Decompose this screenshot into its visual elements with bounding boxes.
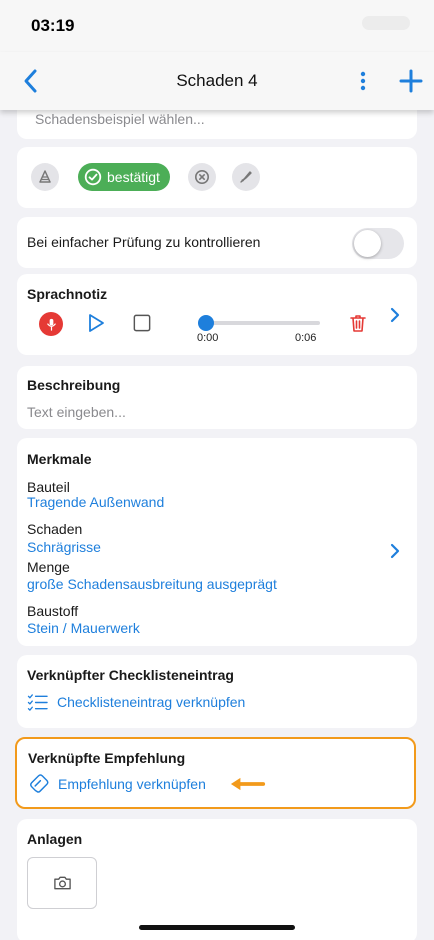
slider-thumb[interactable] (198, 315, 214, 331)
features-card[interactable]: Merkmale Bauteil Tragende Außenwand Scha… (17, 438, 417, 646)
camera-icon (53, 876, 71, 890)
feature-label: Schaden (27, 521, 83, 537)
chevron-right-icon[interactable] (388, 307, 402, 323)
more-vertical-icon[interactable] (353, 68, 373, 94)
feature-value: Schrägrisse (27, 539, 101, 555)
navigation-bar: Schaden 4 (0, 52, 434, 110)
home-indicator (139, 925, 295, 930)
elapsed-time: 0:00 (197, 332, 219, 344)
description-card[interactable]: Beschreibung Text eingeben... (17, 366, 417, 429)
feature-value: Stein / Mauerwerk (27, 620, 140, 636)
voice-note-title: Sprachnotiz (27, 286, 108, 302)
status-time: 03:19 (31, 16, 75, 35)
add-photo-button[interactable] (27, 857, 97, 909)
add-icon[interactable] (398, 68, 424, 94)
status-indicator (362, 16, 410, 30)
example-selector[interactable]: Schadensbeispiel wählen... (17, 110, 417, 139)
microphone-icon (46, 318, 56, 331)
status-repaired-button[interactable] (232, 163, 260, 191)
toggle-knob (354, 230, 381, 257)
play-icon[interactable] (86, 313, 106, 333)
checklist-icon (27, 693, 48, 711)
link-recommendation-label: Empfehlung verknüpfen (58, 776, 206, 792)
simple-check-toggle[interactable] (352, 228, 404, 259)
status-card: bestätigt (17, 147, 417, 208)
playback-slider[interactable] (198, 313, 320, 333)
feature-label: Baustoff (27, 603, 79, 619)
recommendation-title: Verknüpfte Empfehlung (28, 750, 186, 766)
check-circle-icon (84, 168, 102, 186)
status-rejected-button[interactable] (188, 163, 216, 191)
link-checklist-button[interactable]: Checklisteneintrag verknüpfen (27, 691, 245, 713)
features-title: Merkmale (27, 451, 92, 467)
attachments-title: Anlagen (27, 831, 83, 847)
feature-label: Menge (27, 559, 70, 575)
content-scroll[interactable]: Schadensbeispiel wählen... bestätigt Bei… (0, 110, 434, 940)
checklist-card: Verknüpfter Checklisteneintrag Checklist… (17, 655, 417, 728)
simple-check-row: Bei einfacher Prüfung zu kontrollieren (17, 217, 417, 268)
feature-value: große Schadensausbreitung ausgeprägt (27, 576, 277, 592)
voice-note-card: Sprachnotiz 0:00 0:06 (17, 274, 417, 355)
x-circle-icon (195, 170, 209, 184)
total-duration: 0:06 (295, 332, 317, 344)
stop-icon[interactable] (133, 314, 151, 332)
trash-icon[interactable] (348, 313, 368, 333)
example-placeholder: Schadensbeispiel wählen... (35, 111, 205, 127)
feature-value: Tragende Außenwand (27, 494, 165, 510)
trowel-icon (240, 171, 252, 183)
record-button[interactable] (39, 312, 63, 336)
simple-check-label: Bei einfacher Prüfung zu kontrollieren (27, 234, 261, 250)
description-title: Beschreibung (27, 377, 121, 393)
attachments-card: Anlagen (17, 819, 417, 940)
feature-label: Bauteil (27, 479, 70, 495)
status-bar: 03:19 (0, 0, 434, 52)
arrow-left-icon (230, 777, 266, 791)
link-recommendation-button[interactable]: Empfehlung verknüpfen (28, 773, 206, 795)
status-open-button[interactable] (31, 163, 59, 191)
slider-track (198, 321, 320, 325)
chevron-right-icon[interactable] (388, 543, 402, 559)
warning-cone-icon (39, 170, 51, 183)
status-chip-label: bestätigt (107, 169, 160, 185)
checklist-title: Verknüpfter Checklisteneintrag (27, 667, 234, 683)
link-checklist-label: Checklisteneintrag verknüpfen (57, 694, 246, 710)
status-confirmed-chip[interactable]: bestätigt (78, 163, 170, 191)
description-input[interactable]: Text eingeben... (27, 404, 126, 420)
paperclip-icon (30, 773, 49, 793)
recommendation-card: Verknüpfte Empfehlung Empfehlung verknüp… (15, 737, 416, 809)
